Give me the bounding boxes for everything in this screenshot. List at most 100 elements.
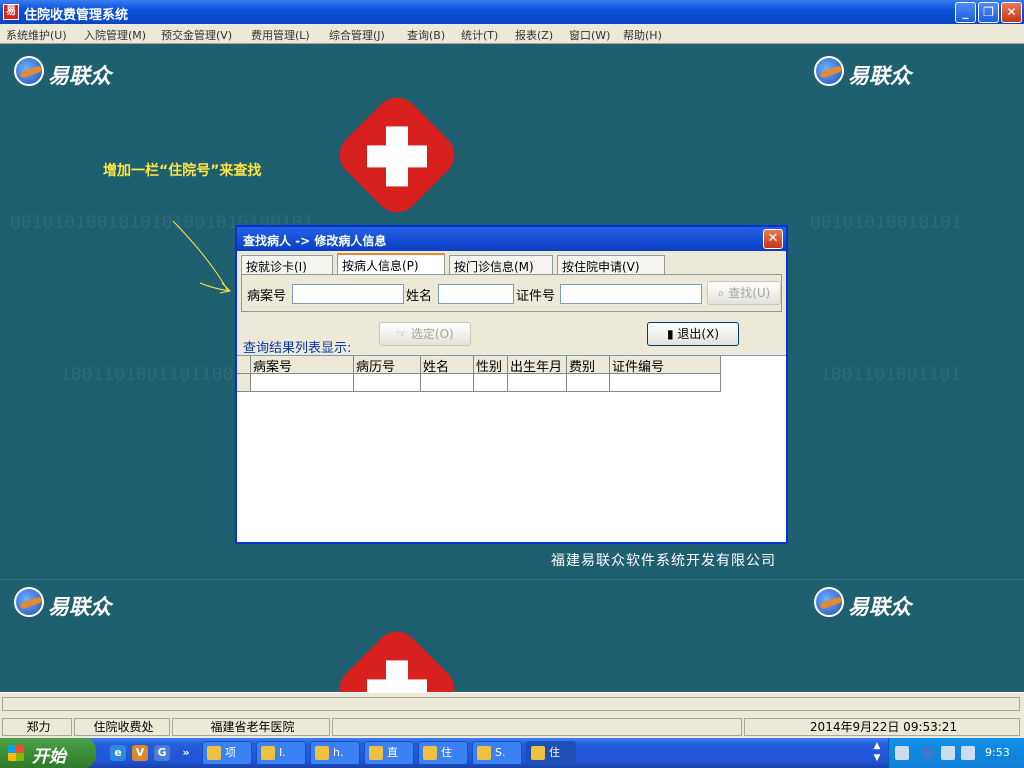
status-hospital: 福建省老年医院 (172, 718, 330, 736)
table-cell[interactable] (474, 374, 508, 392)
search-panel: 病案号 姓名 证件号 ⌕ 查找(U) (241, 274, 782, 312)
windows-flag-icon (8, 745, 24, 761)
menu-admission[interactable]: 入院管理(M) (84, 27, 146, 43)
menu-reports[interactable]: 报表(Z) (515, 27, 553, 43)
tab-by-patient-info[interactable]: 按病人信息(P) (337, 253, 445, 275)
menu-stats[interactable]: 统计(T) (461, 27, 498, 43)
app-title: 住院收费管理系统 (24, 8, 129, 23)
status-bar-top (0, 692, 1024, 716)
grid-header[interactable]: 费别 (567, 356, 610, 374)
app-icon (207, 746, 221, 760)
red-cross-icon (330, 622, 464, 692)
annotation-arrow-icon (172, 220, 232, 294)
system-tray: 9:53 (888, 738, 1024, 768)
menu-deposit[interactable]: 预交金管理(V) (161, 27, 232, 43)
grid-header[interactable]: 性别 (474, 356, 508, 374)
menu-help[interactable]: 帮助(H) (623, 27, 662, 43)
bg-binary-text: 00101010010101 (810, 212, 962, 233)
logo-ball-icon (814, 56, 844, 86)
status-department: 住院收费处 (74, 718, 170, 736)
search-tabs: 按就诊卡(I) 按病人信息(P) 按门诊信息(M) 按住院申请(V) (241, 253, 781, 275)
menu-query[interactable]: 查询(B) (407, 27, 445, 43)
ie-icon (315, 746, 329, 760)
result-list-label: 查询结果列表显示: (243, 341, 352, 356)
status-empty (332, 718, 742, 736)
case-no-input[interactable] (292, 284, 404, 304)
tab-by-admission-request[interactable]: 按住院申请(V) (557, 255, 665, 275)
company-name: 福建易联众软件系统开发有限公司 (551, 553, 776, 569)
name-input[interactable] (438, 284, 514, 304)
table-cell[interactable] (251, 374, 354, 392)
taskbar-item-active[interactable]: 住 (526, 741, 576, 765)
annotation-note: 增加一栏“住院号”来查找 (103, 163, 262, 179)
exit-door-icon: ▮ (666, 327, 674, 341)
grid-corner (237, 356, 251, 374)
quicklaunch-icon[interactable]: G (154, 745, 170, 761)
taskbar-item[interactable]: 直 (364, 741, 414, 765)
binoculars-icon: ⌕ (717, 286, 725, 300)
bg-binary-text: 1001101001101 (820, 364, 961, 385)
taskbar-item[interactable]: I. (256, 741, 306, 765)
logo: 易联众 (14, 587, 124, 621)
app-icon: 易 (3, 4, 19, 20)
logo: 易联众 (814, 56, 924, 90)
tab-by-card[interactable]: 按就诊卡(I) (241, 255, 333, 275)
chevron-left-icon[interactable] (921, 746, 935, 760)
taskbar-item[interactable]: S. (472, 741, 522, 765)
search-button[interactable]: ⌕ 查找(U) (707, 281, 781, 305)
exit-button[interactable]: ▮ 退出(X) (647, 322, 739, 346)
grid-header[interactable]: 证件编号 (610, 356, 721, 374)
dialog-title-bar[interactable]: 查找病人 -> 修改病人信息 ✕ (237, 227, 786, 251)
table-cell[interactable] (421, 374, 474, 392)
id-label: 证件号 (516, 289, 556, 304)
find-patient-dialog: 查找病人 -> 修改病人信息 ✕ 按就诊卡(I) 按病人信息(P) 按门诊信息(… (235, 225, 788, 544)
ie-quicklaunch-icon[interactable]: e (110, 745, 126, 761)
minimize-button[interactable]: _ (955, 2, 976, 23)
red-cross-icon (330, 88, 464, 222)
close-button[interactable]: ✕ (1001, 2, 1022, 23)
logo: 易联众 (14, 56, 124, 90)
status-bar: 郑力 住院收费处 福建省老年医院 2014年9月22日 09:53:21 (0, 716, 1024, 738)
app-icon (369, 746, 383, 760)
table-cell[interactable] (508, 374, 567, 392)
select-button[interactable]: ☞ 选定(O) (379, 322, 471, 346)
quicklaunch-icon[interactable]: V (132, 745, 148, 761)
grid-header[interactable]: 病历号 (354, 356, 421, 374)
taskbar-item[interactable]: h. (310, 741, 360, 765)
taskbar-scroll-arrows[interactable]: ▲ ▼ (870, 740, 884, 766)
restore-button[interactable]: ❐ (978, 2, 999, 23)
start-button[interactable]: 开始 (0, 738, 96, 768)
grid-header[interactable]: 出生年月 (508, 356, 567, 374)
table-cell[interactable] (354, 374, 421, 392)
dialog-close-button[interactable]: ✕ (763, 229, 783, 249)
network-icon[interactable] (941, 746, 955, 760)
status-datetime: 2014年9月22日 09:53:21 (744, 718, 1020, 736)
app-icon (531, 746, 545, 760)
grid-header[interactable]: 病案号 (251, 356, 354, 374)
table-cell[interactable] (610, 374, 721, 392)
keyboard-icon[interactable] (895, 746, 909, 760)
tab-by-outpatient-info[interactable]: 按门诊信息(M) (449, 255, 553, 275)
status-user: 郑力 (2, 718, 72, 736)
grid-header[interactable]: 姓名 (421, 356, 474, 374)
network-icon[interactable] (961, 746, 975, 760)
menu-window[interactable]: 窗口(W) (569, 27, 610, 43)
case-no-label: 病案号 (247, 289, 287, 304)
id-number-input[interactable] (560, 284, 702, 304)
menu-system[interactable]: 系统维护(U) (6, 27, 67, 43)
table-cell[interactable] (567, 374, 610, 392)
taskbar-item[interactable]: 住 (418, 741, 468, 765)
taskbar-item[interactable]: 项 (202, 741, 252, 765)
taskbar: 开始 e V G » 项 I. h. 直 住 S. 住 ▲ ▼ 9:53 (0, 738, 1024, 768)
row-selector[interactable] (237, 374, 251, 392)
menu-fees[interactable]: 费用管理(L) (251, 27, 310, 43)
logo: 易联众 (814, 587, 924, 621)
menu-bar: 系统维护(U) 入院管理(M) 预交金管理(V) 费用管理(L) 综合管理(J)… (0, 24, 1024, 44)
dialog-title: 查找病人 -> 修改病人信息 (243, 234, 387, 248)
chevron-right-icon[interactable]: » (178, 745, 194, 761)
logo-ball-icon (14, 587, 44, 617)
menu-general[interactable]: 综合管理(J) (329, 27, 385, 43)
result-grid[interactable]: 病案号 病历号 姓名 性别 出生年月 费别 证件编号 (237, 355, 786, 542)
logo-ball-icon (14, 56, 44, 86)
app-title-bar[interactable]: 易 住院收费管理系统 _ ❐ ✕ (0, 0, 1024, 24)
